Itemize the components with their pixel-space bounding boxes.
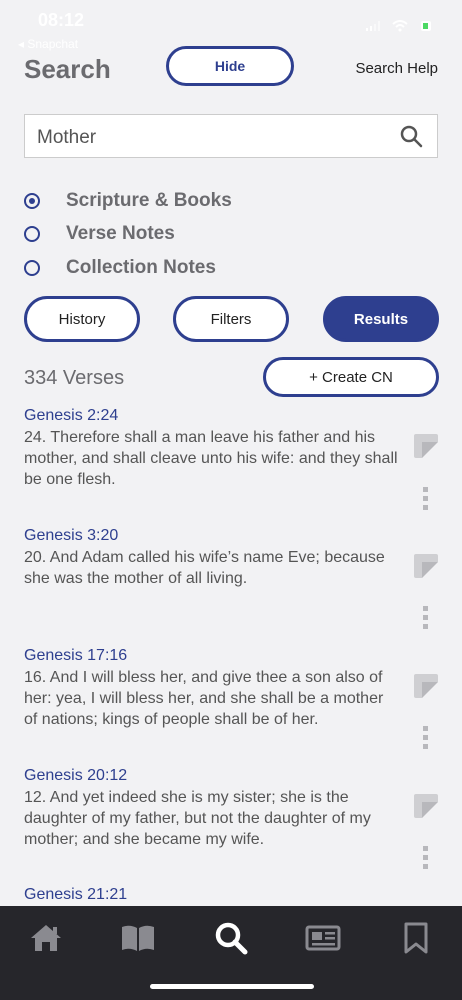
list-item[interactable]: Genesis 3:20 20. And Adam called his wif… [24,525,462,589]
tab-bookmarks[interactable] [396,918,436,958]
note-icon[interactable] [414,674,438,698]
note-icon[interactable] [414,434,438,458]
more-options-icon[interactable] [423,487,429,510]
list-item[interactable]: Genesis 2:24 24. Therefore shall a man l… [24,405,462,490]
page-title: Search [24,54,111,84]
hide-button[interactable]: Hide [166,46,294,86]
battery-icon [421,21,431,31]
history-button[interactable]: History [24,296,140,342]
verse-reference[interactable]: Genesis 3:20 [24,525,462,547]
verse-text: 16. And I will bless her, and give thee … [24,669,384,728]
verse-text: 20. And Adam called his wife’s name Eve;… [24,549,385,587]
search-icon[interactable] [399,124,423,148]
scope-option-scripture[interactable]: Scripture & Books [24,190,232,212]
scope-option-verse-notes[interactable]: Verse Notes [24,223,175,245]
filters-button[interactable]: Filters [173,296,289,342]
status-bar: 08:12 ◂ Snapchat [0,0,462,51]
tab-library[interactable] [118,918,158,958]
search-help-link[interactable]: Search Help [355,60,438,77]
verse-reference[interactable]: Genesis 2:24 [24,405,462,427]
note-icon[interactable] [414,554,438,578]
status-time: 08:12 [38,10,85,30]
news-icon[interactable] [305,924,341,952]
results-count: 334 Verses [24,367,125,389]
list-item[interactable]: Genesis 17:16 16. And I will bless her, … [24,645,462,730]
tab-search[interactable] [211,918,251,958]
verse-reference[interactable]: Genesis 17:16 [24,645,462,667]
scope-option-collection-notes[interactable]: Collection Notes [24,257,216,279]
verse-reference[interactable]: Genesis 21:21 [24,884,462,906]
radio-unselected-icon[interactable] [24,226,40,242]
home-indicator [150,984,314,989]
verse-reference[interactable]: Genesis 20:12 [24,765,462,787]
bookmark-icon[interactable] [403,922,429,954]
radio-selected-icon[interactable] [24,193,40,209]
tab-news[interactable] [303,918,343,958]
scope-label: Collection Notes [66,257,216,278]
search-box[interactable] [24,114,438,158]
verse-text: 12. And yet indeed she is my sister; she… [24,789,371,848]
scope-label: Scripture & Books [66,190,232,211]
results-button[interactable]: Results [323,296,439,342]
search-icon[interactable] [214,921,248,955]
search-input[interactable] [35,123,389,153]
more-options-icon[interactable] [423,846,429,869]
more-options-icon[interactable] [423,606,429,629]
tab-home[interactable] [26,918,66,958]
note-icon[interactable] [414,794,438,818]
list-item[interactable]: Genesis 21:21 [24,884,462,906]
radio-unselected-icon[interactable] [24,260,40,276]
scope-label: Verse Notes [66,223,175,244]
verse-text: 24. Therefore shall a man leave his fath… [24,429,398,488]
search-header: Search Hide Search Help [0,46,462,96]
book-icon[interactable] [120,924,156,952]
status-icons [366,20,432,32]
signal-icon [366,21,380,31]
list-item[interactable]: Genesis 20:12 12. And yet indeed she is … [24,765,462,850]
more-options-icon[interactable] [423,726,429,749]
home-icon[interactable] [29,923,63,953]
create-collection-note-button[interactable]: + Create CN [263,357,439,397]
wifi-icon [392,20,408,32]
